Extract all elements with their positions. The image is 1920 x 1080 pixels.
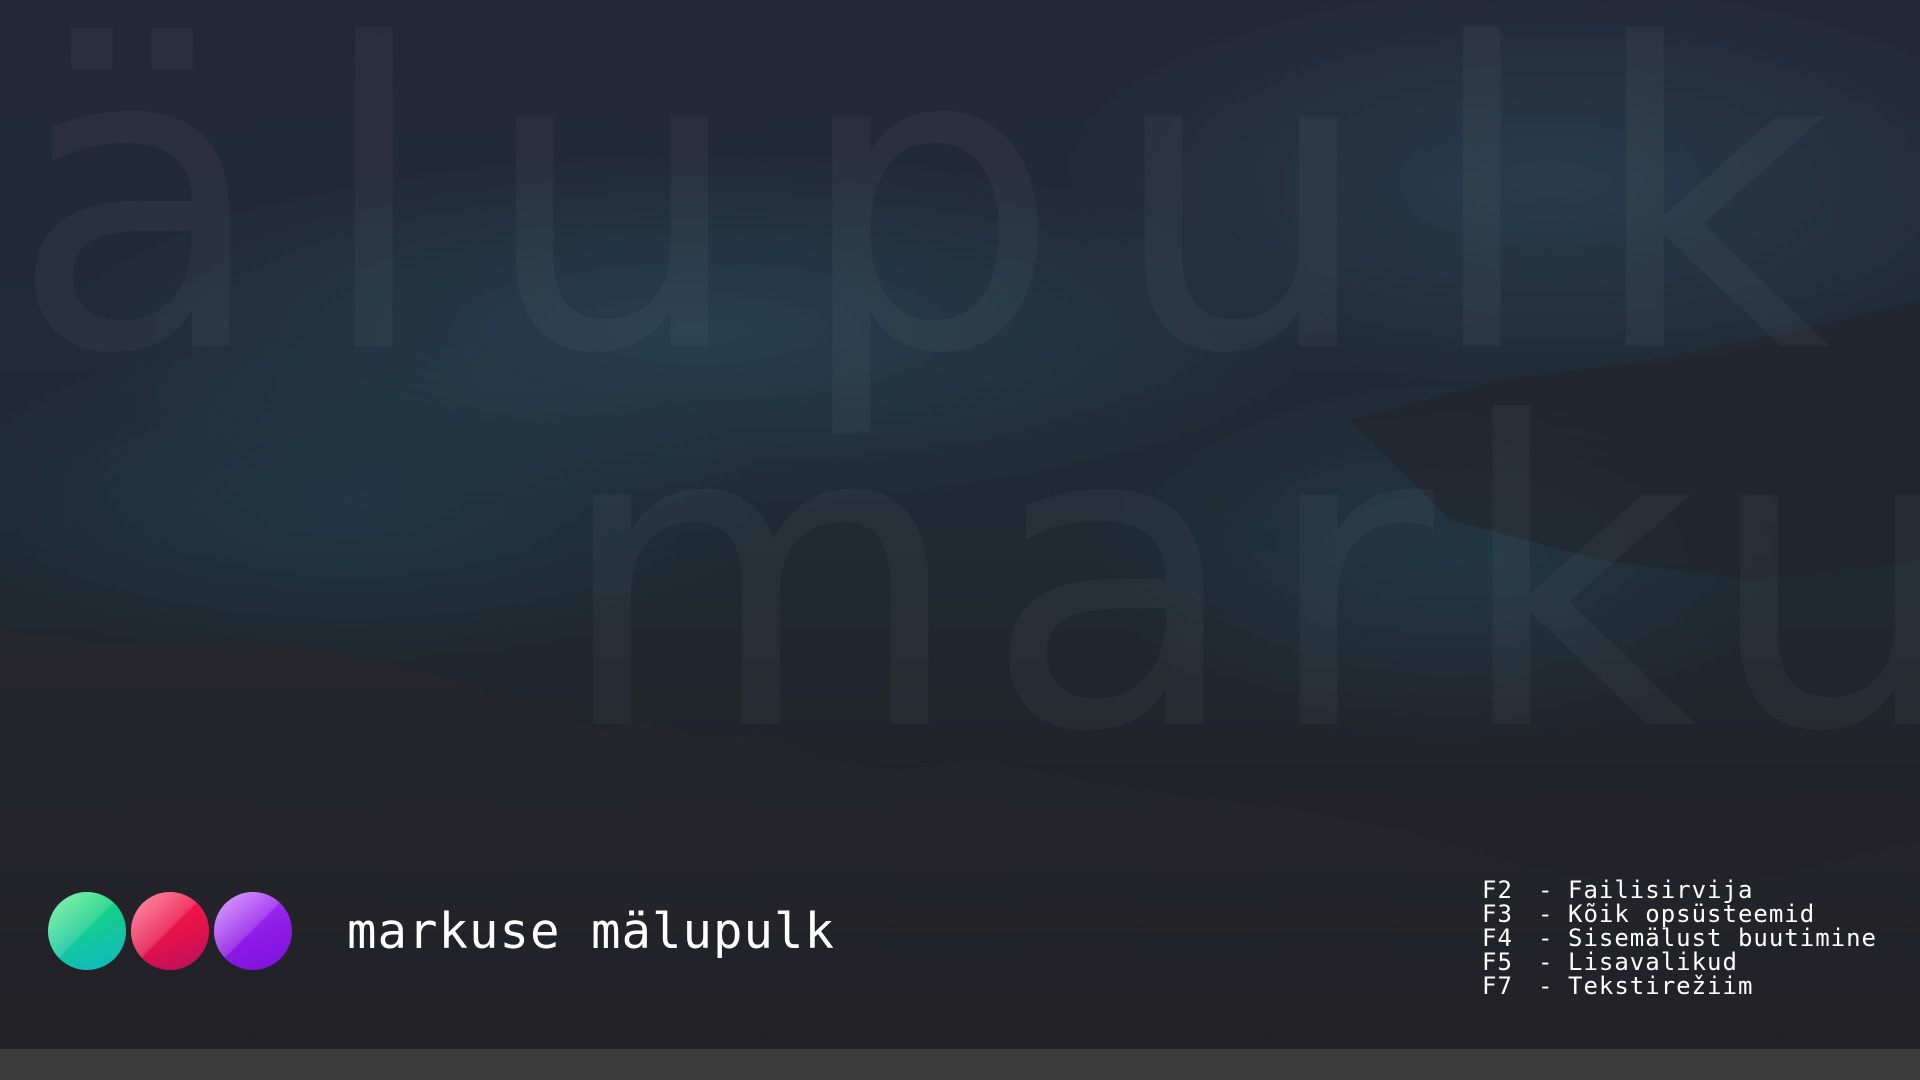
menu-key: F4 bbox=[1482, 924, 1513, 952]
menu-label: Kõik opsüsteemid bbox=[1568, 900, 1816, 928]
menu-key: F2 bbox=[1482, 876, 1513, 904]
menu-label: Failisirvija bbox=[1568, 876, 1754, 904]
menu-dash: - bbox=[1538, 924, 1554, 952]
boot-menu: F2 - Failisirvija F3 - Kõik opsüsteemid … bbox=[1482, 878, 1877, 998]
purple-circle-icon bbox=[214, 892, 292, 970]
menu-key: F3 bbox=[1482, 900, 1513, 928]
green-circle-icon bbox=[48, 892, 126, 970]
menu-dash: - bbox=[1538, 948, 1554, 976]
menu-item-text-mode[interactable]: F7 - Tekstirežiim bbox=[1482, 974, 1877, 998]
menu-dash: - bbox=[1538, 900, 1554, 928]
footer-bar bbox=[0, 1049, 1920, 1080]
menu-dash: - bbox=[1538, 972, 1554, 1000]
brand: markuse mälupulk bbox=[48, 892, 835, 970]
menu-label: Tekstirežiim bbox=[1568, 972, 1754, 1000]
menu-dash: - bbox=[1538, 876, 1554, 904]
menu-label: Sisemälust buutimine bbox=[1568, 924, 1877, 952]
menu-label: Lisavalikud bbox=[1568, 948, 1738, 976]
menu-item-file-browser[interactable]: F2 - Failisirvija bbox=[1482, 878, 1877, 902]
boot-screen: älupulk markus markuse mälupulk F2 - Fai… bbox=[0, 0, 1920, 1080]
brand-title: markuse mälupulk bbox=[347, 902, 836, 960]
red-circle-icon bbox=[131, 892, 209, 970]
menu-key: F5 bbox=[1482, 948, 1513, 976]
menu-item-boot-internal-storage[interactable]: F4 - Sisemälust buutimine bbox=[1482, 926, 1877, 950]
menu-item-more-options[interactable]: F5 - Lisavalikud bbox=[1482, 950, 1877, 974]
menu-key: F7 bbox=[1482, 972, 1513, 1000]
watermark-bottom-text: markus bbox=[555, 370, 1920, 790]
menu-item-all-operating-systems[interactable]: F3 - Kõik opsüsteemid bbox=[1482, 902, 1877, 926]
